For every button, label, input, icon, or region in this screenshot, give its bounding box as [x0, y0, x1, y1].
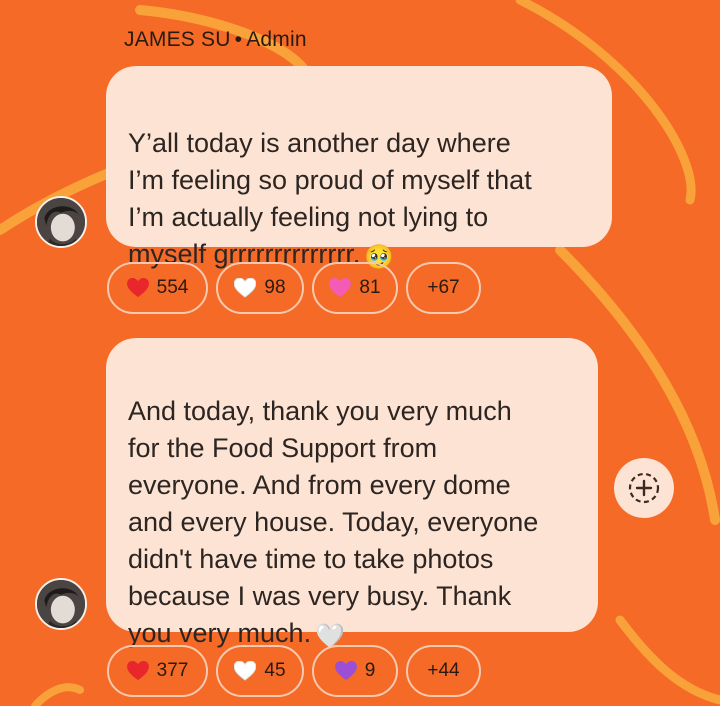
reaction-bar: 554 98 81 +67 — [107, 262, 481, 314]
reaction-purple-heart[interactable]: 9 — [312, 645, 398, 697]
white-heart-icon — [234, 661, 257, 681]
more-reactions-count: +67 — [427, 277, 460, 298]
add-reaction-button[interactable] — [614, 458, 674, 518]
reaction-bar: 377 45 9 +44 — [107, 645, 481, 697]
red-heart-icon — [126, 278, 149, 298]
message-text: And today, thank you very much for the F… — [128, 396, 539, 648]
sender-name[interactable]: JAMES SU — [124, 28, 231, 51]
add-reaction-icon — [628, 472, 660, 504]
red-heart-icon — [126, 661, 149, 681]
more-reactions-count: +44 — [427, 660, 460, 681]
message-bubble[interactable]: Y’all today is another day where I’m fee… — [106, 66, 612, 271]
reaction-count: 98 — [264, 277, 286, 298]
message-bubble[interactable]: And today, thank you very much for the F… — [106, 338, 598, 650]
more-reactions-button[interactable]: +67 — [406, 262, 481, 314]
white-heart-icon — [234, 278, 257, 298]
more-reactions-button[interactable]: +44 — [406, 645, 481, 697]
reaction-count: 81 — [359, 277, 381, 298]
reaction-count: 377 — [156, 660, 189, 681]
avatar[interactable] — [35, 578, 87, 630]
sender-role: Admin — [246, 28, 307, 51]
message-text: Y’all today is another day where I’m fee… — [128, 128, 532, 269]
reaction-red-heart[interactable]: 377 — [107, 645, 208, 697]
pink-heart-icon — [329, 278, 352, 298]
reaction-pink-heart[interactable]: 81 — [312, 262, 398, 314]
reaction-count: 554 — [156, 277, 189, 298]
sender-header[interactable]: JAMES SU • Admin — [124, 28, 307, 52]
reaction-count: 9 — [364, 660, 376, 681]
reaction-white-heart[interactable]: 98 — [216, 262, 304, 314]
avatar[interactable] — [35, 196, 87, 248]
reaction-red-heart[interactable]: 554 — [107, 262, 208, 314]
purple-heart-icon — [334, 661, 357, 681]
reaction-white-heart[interactable]: 45 — [216, 645, 304, 697]
reaction-count: 45 — [264, 660, 286, 681]
separator-dot: • — [234, 28, 243, 51]
